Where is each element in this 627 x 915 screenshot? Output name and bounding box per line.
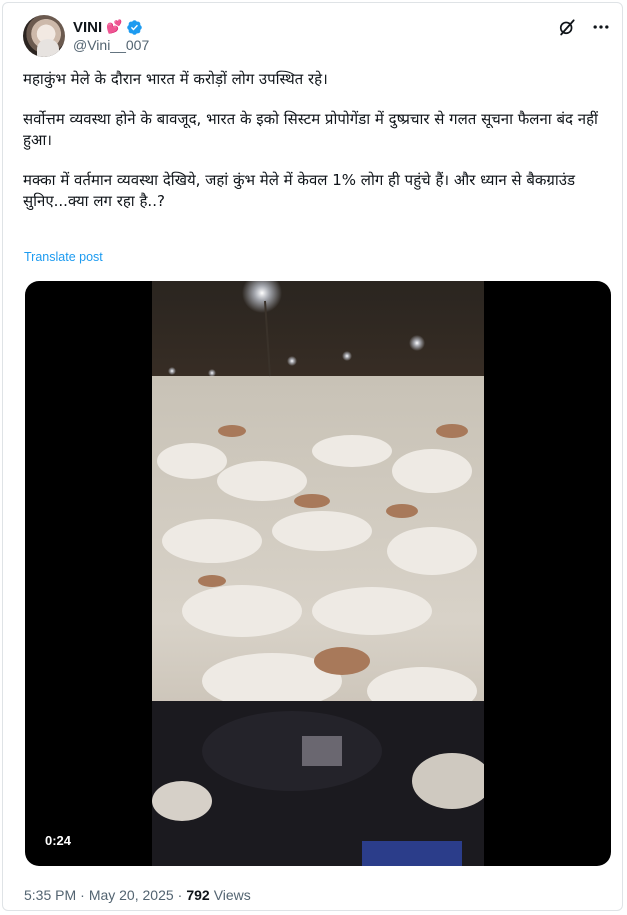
author-display-name[interactable]: VINI <box>73 19 102 36</box>
views-count: 792 <box>186 887 210 903</box>
post-card: VINI 💕 @Vini__007 महाकुंभ मेले के दौरान … <box>2 2 623 911</box>
post-header: VINI 💕 @Vini__007 <box>23 15 613 59</box>
meta-separator: · <box>80 887 85 903</box>
video-thumbnail[interactable] <box>152 281 484 866</box>
author-handle[interactable]: @Vini__007 <box>73 37 149 53</box>
header-actions <box>557 17 611 37</box>
views-label: Views <box>213 887 251 903</box>
author-name-row[interactable]: VINI 💕 <box>73 17 143 37</box>
video-duration: 0:24 <box>45 833 72 848</box>
post-text: महाकुंभ मेले के दौरान भारत में करोड़ों ल… <box>23 69 613 212</box>
post-metadata: 5:35 PM · May 20, 2025 · 792 Views <box>24 887 251 903</box>
post-time[interactable]: 5:35 PM <box>24 887 76 903</box>
post-paragraph: सर्वोत्तम व्यवस्था होने के बावजूद, भारत … <box>23 110 598 149</box>
avatar[interactable] <box>23 15 65 57</box>
post-paragraph: मक्का में वर्तमान व्यवस्था देखिये, जहां … <box>23 171 576 210</box>
translate-post-link[interactable]: Translate post <box>24 250 103 264</box>
video-player[interactable]: 0:24 <box>25 281 611 866</box>
more-icon[interactable] <box>591 17 611 37</box>
post-paragraph: महाकुंभ मेले के दौरान भारत में करोड़ों ल… <box>23 70 328 88</box>
grok-icon[interactable] <box>557 17 577 37</box>
post-date[interactable]: May 20, 2025 <box>89 887 174 903</box>
heart-emoji-icon: 💕 <box>106 19 123 35</box>
verified-badge-icon <box>126 19 143 36</box>
meta-separator: · <box>177 887 183 903</box>
